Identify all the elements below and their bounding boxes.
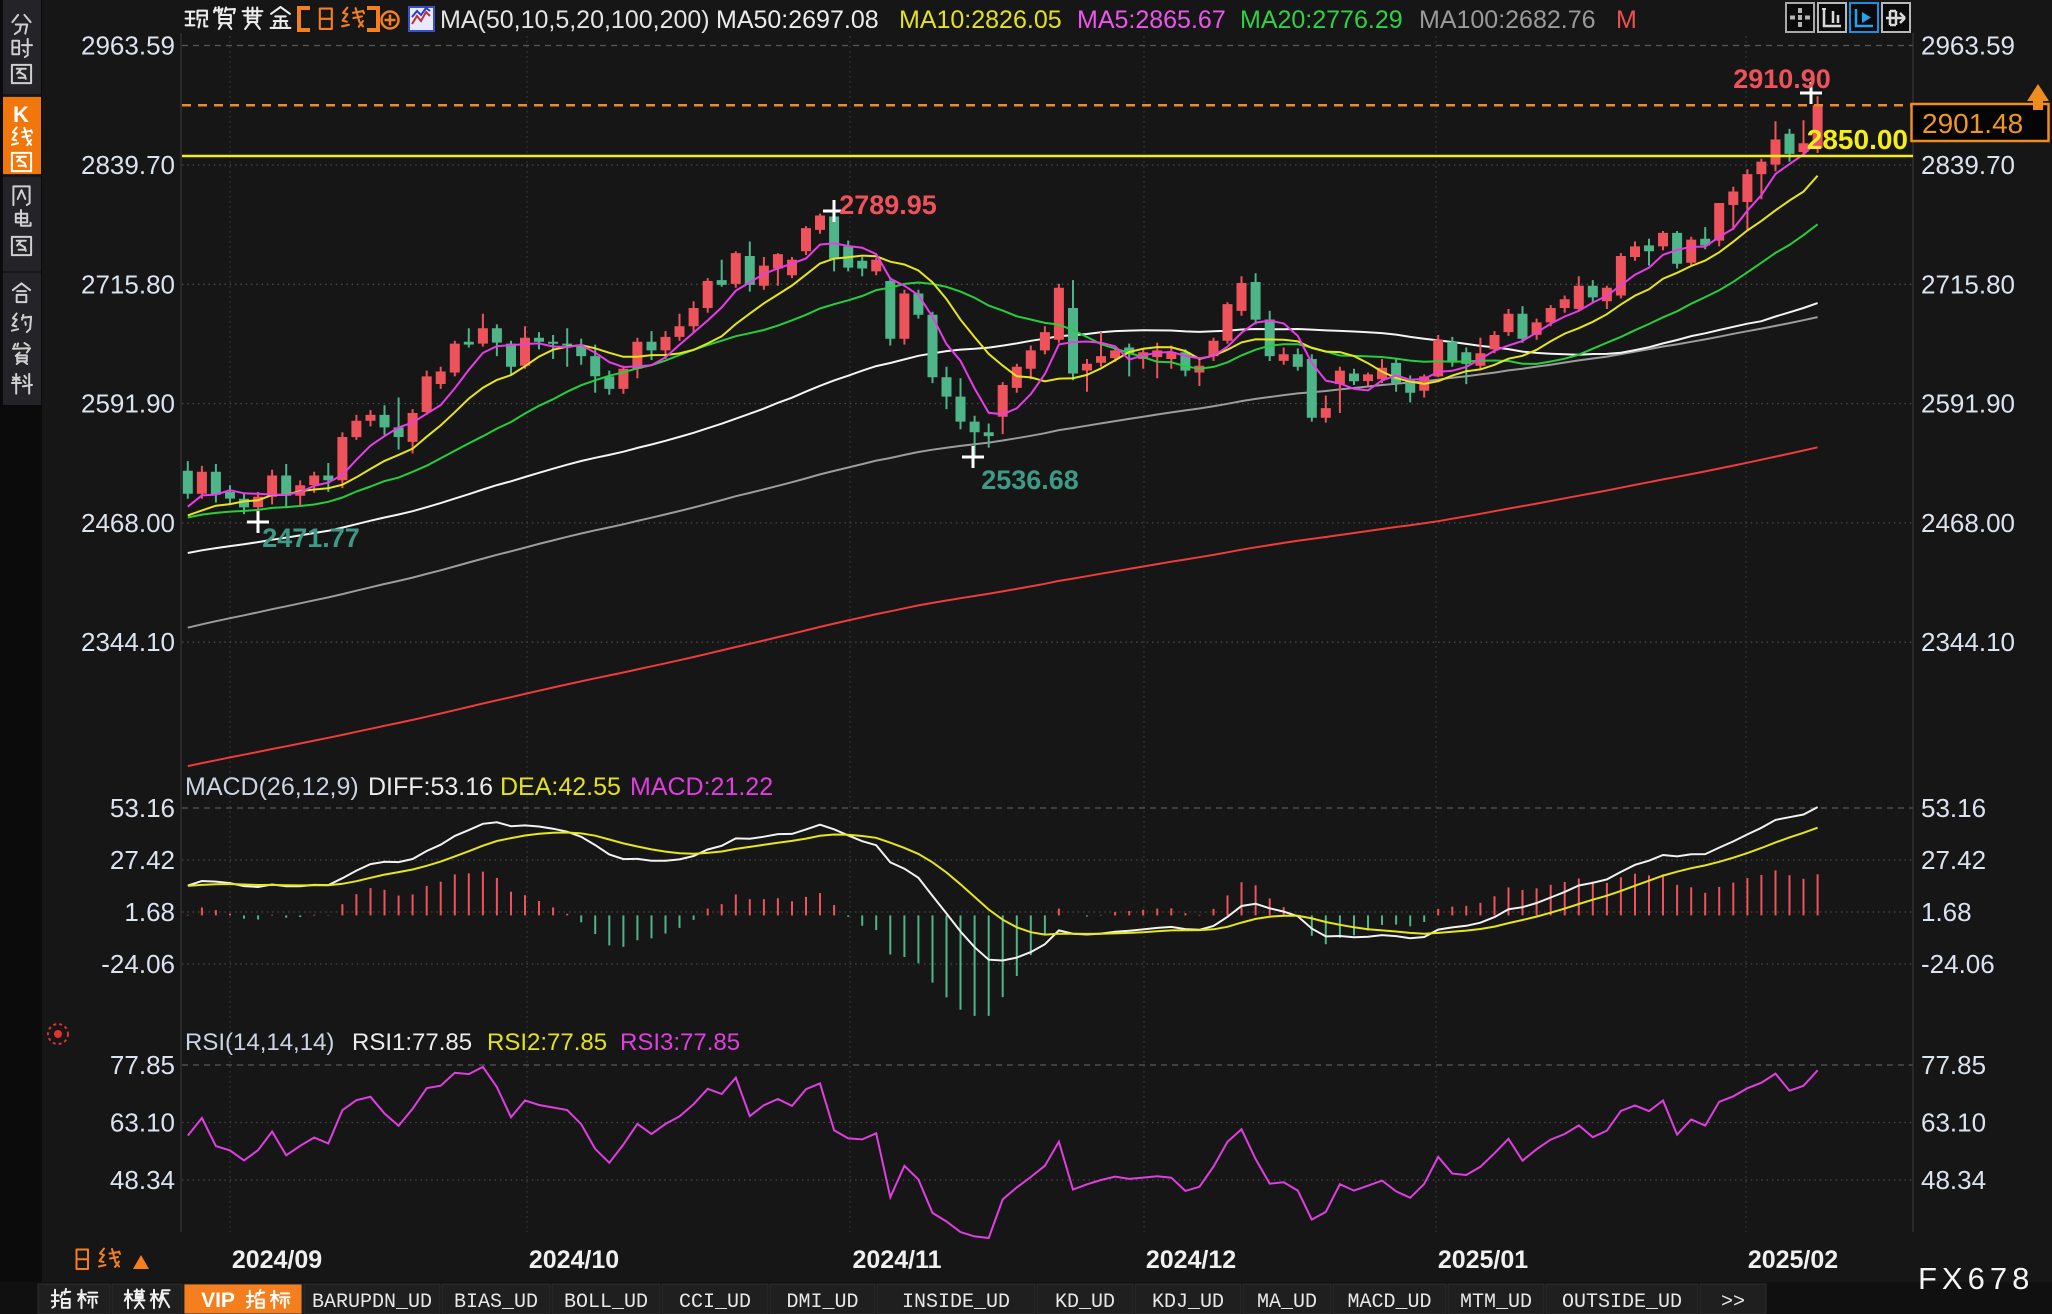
svg-text:RSI1:77.85: RSI1:77.85 [352, 1029, 472, 1056]
svg-text:DIFF:53.16: DIFF:53.16 [368, 773, 493, 801]
svg-text:2024/10: 2024/10 [529, 1246, 619, 1274]
svg-text:MA100:2682.76: MA100:2682.76 [1419, 6, 1596, 34]
svg-text:DEA:42.55: DEA:42.55 [500, 773, 621, 801]
svg-text:2591.90: 2591.90 [81, 389, 175, 419]
svg-text:2963.59: 2963.59 [1921, 31, 2015, 61]
svg-text:MA5:2865.67: MA5:2865.67 [1077, 6, 1226, 34]
svg-text:MACD(26,12,9): MACD(26,12,9) [185, 773, 359, 801]
svg-text:MA(50,10,5,20,100,200): MA(50,10,5,20,100,200) [440, 6, 710, 34]
svg-text:RSI3:77.85: RSI3:77.85 [620, 1029, 740, 1056]
svg-text:2471.77: 2471.77 [262, 523, 360, 553]
svg-text:2024/11: 2024/11 [853, 1246, 942, 1274]
svg-text:FX678: FX678 [1918, 1261, 2034, 1296]
svg-text:RSI2:77.85: RSI2:77.85 [487, 1029, 607, 1056]
svg-text:MTM_UD: MTM_UD [1460, 1291, 1532, 1314]
svg-text:48.34: 48.34 [110, 1165, 175, 1195]
svg-text:CCI_UD: CCI_UD [679, 1291, 751, 1314]
svg-text:77.85: 77.85 [1921, 1050, 1986, 1080]
svg-text:63.10: 63.10 [110, 1108, 175, 1138]
svg-text:KD_UD: KD_UD [1055, 1291, 1115, 1314]
svg-text:MA_UD: MA_UD [1257, 1291, 1317, 1314]
svg-text:53.16: 53.16 [1921, 793, 1986, 823]
svg-text:2963.59: 2963.59 [81, 31, 175, 61]
svg-text:2344.10: 2344.10 [1921, 627, 2015, 657]
svg-text:INSIDE_UD: INSIDE_UD [902, 1291, 1010, 1314]
svg-text:2910.90: 2910.90 [1733, 64, 1831, 94]
svg-text:48.34: 48.34 [1921, 1165, 1986, 1195]
svg-text:KDJ_UD: KDJ_UD [1152, 1291, 1224, 1314]
svg-text:63.10: 63.10 [1921, 1108, 1986, 1138]
svg-text:MACD_UD: MACD_UD [1347, 1291, 1431, 1314]
svg-text:MA10:2826.05: MA10:2826.05 [899, 6, 1062, 34]
svg-text:2591.90: 2591.90 [1921, 389, 2015, 419]
svg-text:MACD:21.22: MACD:21.22 [630, 773, 773, 801]
svg-text:27.42: 27.42 [110, 845, 175, 875]
svg-text:2839.70: 2839.70 [1921, 150, 2015, 180]
svg-text:1.68: 1.68 [124, 897, 175, 927]
svg-text:VIP: VIP [201, 1289, 235, 1312]
svg-text:2025/01: 2025/01 [1438, 1246, 1528, 1274]
svg-text:2850.00: 2850.00 [1807, 124, 1908, 155]
svg-text:77.85: 77.85 [110, 1050, 175, 1080]
svg-text:2024/12: 2024/12 [1146, 1246, 1236, 1274]
svg-text:2468.00: 2468.00 [81, 508, 175, 538]
svg-text:2025/02: 2025/02 [1748, 1246, 1838, 1274]
svg-text:2344.10: 2344.10 [81, 627, 175, 657]
svg-text:RSI(14,14,14): RSI(14,14,14) [185, 1029, 334, 1056]
svg-text:2839.70: 2839.70 [81, 150, 175, 180]
svg-text:DMI_UD: DMI_UD [786, 1291, 858, 1314]
svg-text:BIAS_UD: BIAS_UD [454, 1291, 538, 1314]
svg-text:53.16: 53.16 [110, 793, 175, 823]
svg-text:2789.95: 2789.95 [839, 190, 937, 220]
svg-text:K: K [13, 102, 29, 127]
svg-text:BARUPDN_UD: BARUPDN_UD [312, 1291, 432, 1314]
svg-text:MA20:2776.29: MA20:2776.29 [1240, 6, 1403, 34]
svg-text:2715.80: 2715.80 [81, 269, 175, 299]
svg-text:OUTSIDE_UD: OUTSIDE_UD [1562, 1291, 1682, 1314]
svg-text:2536.68: 2536.68 [981, 465, 1079, 495]
svg-text:27.42: 27.42 [1921, 845, 1986, 875]
svg-text:2715.80: 2715.80 [1921, 269, 2015, 299]
svg-text:-24.06: -24.06 [101, 949, 175, 979]
svg-text:1.68: 1.68 [1921, 897, 1972, 927]
svg-text:2468.00: 2468.00 [1921, 508, 2015, 538]
svg-text:M: M [1616, 6, 1637, 34]
svg-text:MA50:2697.08: MA50:2697.08 [716, 6, 879, 34]
svg-text:2901.48: 2901.48 [1922, 108, 2023, 139]
svg-text:BOLL_UD: BOLL_UD [564, 1291, 648, 1314]
svg-text:2024/09: 2024/09 [232, 1246, 322, 1274]
svg-text:-24.06: -24.06 [1921, 949, 1995, 979]
svg-text:>>: >> [1721, 1291, 1745, 1314]
